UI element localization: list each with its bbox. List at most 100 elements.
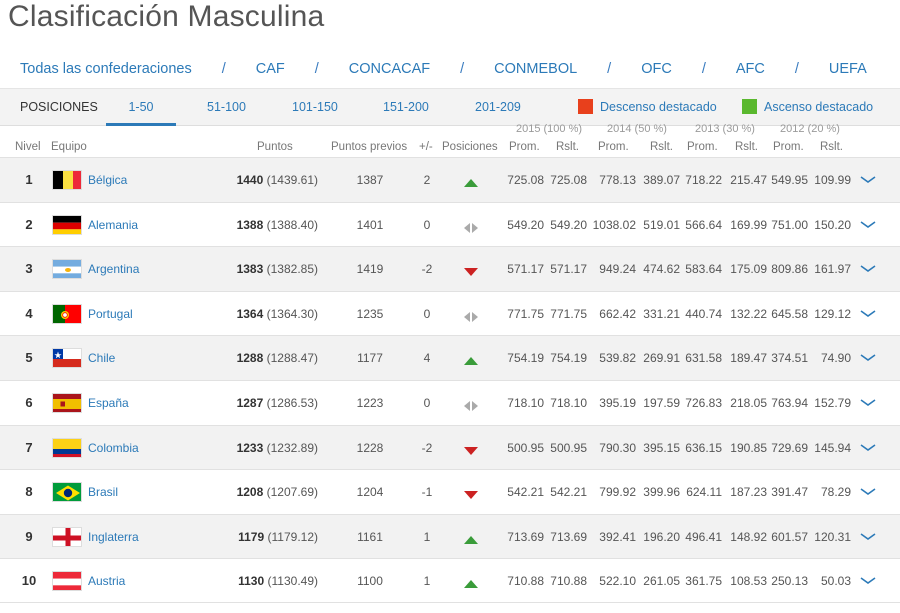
prom-2013-cell: 496.41 — [685, 529, 722, 544]
rslt-2015-cell: 571.17 — [550, 262, 587, 277]
points-cell: 1388 (1388.40) — [222, 203, 318, 247]
table-row[interactable]: 7 Colombia 1233 (1232.89) 1228 -2 500.95 500.9… — [0, 424, 900, 470]
rslt-2015-cell: 500.95 — [550, 440, 587, 455]
diff-cell: 2 — [423, 173, 431, 187]
rslt-2012-cell: 145.94 — [814, 440, 851, 455]
prom-2012-cell: 374.51 — [771, 351, 808, 366]
team-link[interactable]: Alemania — [88, 203, 138, 247]
belgium-flag — [52, 170, 82, 190]
table-row[interactable]: 3 Argentina 1383 (1382.85) 1419 -2 571.17 571.… — [0, 246, 900, 291]
separator: / — [221, 61, 226, 77]
prom-2015-cell: 771.75 — [507, 306, 544, 321]
points-value: 1383 — [236, 262, 264, 277]
prom-2013-cell: 361.75 — [685, 574, 722, 589]
conf-link-all[interactable]: Todas las confederaciones — [20, 61, 192, 77]
team-link[interactable]: Colombia — [88, 426, 139, 470]
tab-51-100[interactable]: 51-100 — [207, 89, 246, 126]
chevron-down-icon[interactable] — [858, 261, 878, 275]
team-link[interactable]: Chile — [88, 336, 115, 380]
col-header-puntos-previos: Puntos previos — [331, 141, 408, 153]
prom-2015-cell: 710.88 — [507, 574, 544, 589]
prom-2012-cell: 549.95 — [771, 173, 808, 187]
conf-link-concacaf[interactable]: CONCACAF — [349, 61, 430, 77]
chevron-down-icon[interactable] — [858, 573, 878, 587]
rank-cell: 9 — [25, 528, 33, 544]
points-exact: (1388.40) — [266, 217, 318, 232]
conf-link-conmebol[interactable]: CONMEBOL — [494, 61, 577, 77]
points-exact: (1364.30) — [266, 306, 318, 321]
previous-points-cell: 1161 — [357, 529, 383, 544]
diff-cell: -2 — [421, 440, 433, 455]
chevron-down-icon[interactable] — [858, 484, 878, 498]
ranking-table-body: 1 Bélgica 1440 (1439.61) 1387 2 725.08 725.08 7… — [0, 157, 900, 603]
points-value: 1440 — [236, 173, 264, 187]
rank-cell: 1 — [25, 172, 33, 187]
legend-ascent-label: Ascenso destacado — [764, 99, 874, 114]
chevron-down-icon[interactable] — [858, 306, 878, 320]
trend-down-icon — [463, 443, 479, 455]
chevron-down-icon[interactable] — [858, 529, 878, 543]
rslt-2014-cell: 395.15 — [643, 440, 680, 455]
trend-up-icon — [463, 353, 479, 366]
previous-points-cell: 1387 — [356, 173, 384, 187]
table-row[interactable]: 10 Austria 1130 (1130.49) 1100 1 710.88 710.88… — [0, 558, 900, 603]
table-row[interactable]: 1 Bélgica 1440 (1439.61) 1387 2 725.08 725.08 7… — [0, 157, 900, 202]
trend-down-icon — [463, 264, 479, 277]
team-link[interactable]: Inglaterra — [88, 515, 139, 559]
chevron-down-icon[interactable] — [858, 350, 878, 364]
positions-label: POSICIONES — [20, 100, 98, 114]
points-exact: (1286.53) — [266, 395, 318, 410]
team-link[interactable]: Bélgica — [88, 158, 127, 202]
tab-1-50[interactable]: 1-50 — [106, 89, 176, 126]
conf-link-afc[interactable]: AFC — [736, 61, 765, 77]
rank-cell: 4 — [25, 305, 33, 321]
chevron-down-icon[interactable] — [858, 217, 878, 231]
tab-201-209[interactable]: 201-209 — [475, 89, 521, 126]
rank-cell: 3 — [25, 261, 33, 277]
prom-2012-cell: 250.13 — [771, 574, 808, 589]
table-row[interactable]: 6 España 1287 (1286.53) 1223 0 718.10 718.10 39… — [0, 379, 900, 425]
points-cell: 1130 (1130.49) — [222, 559, 318, 603]
conf-link-caf[interactable]: CAF — [256, 61, 285, 77]
col-header-posiciones: Posiciones — [442, 141, 498, 153]
table-row[interactable]: 2 Alemania 1388 (1388.40) 1401 0 549.20 549.20… — [0, 201, 900, 247]
tab-151-200[interactable]: 151-200 — [383, 89, 429, 126]
prom-2012-cell: 763.94 — [771, 395, 808, 410]
team-link[interactable]: Brasil — [88, 470, 118, 514]
table-row[interactable]: 5 Chile 1288 (1288.47) 1177 4 754.19 754.19 539… — [0, 335, 900, 380]
points-exact: (1207.69) — [266, 485, 318, 500]
prom-2014-cell: 662.42 — [599, 306, 636, 321]
points-cell: 1288 (1288.47) — [222, 336, 318, 380]
prom-2013-cell: 440.74 — [685, 306, 722, 321]
conf-link-ofc[interactable]: OFC — [641, 61, 672, 77]
team-link[interactable]: España — [88, 381, 129, 425]
prom-2013-cell: 583.64 — [685, 262, 722, 277]
points-cell: 1440 (1439.61) — [222, 158, 318, 202]
team-link[interactable]: Portugal — [88, 292, 133, 336]
conf-link-uefa[interactable]: UEFA — [829, 61, 867, 77]
chevron-down-icon[interactable] — [858, 172, 878, 186]
rslt-2015-cell: 710.88 — [550, 574, 587, 589]
confederation-nav: Todas las confederaciones / CAF / CONCAC… — [20, 58, 867, 80]
rank-cell: 6 — [25, 394, 33, 410]
table-row[interactable]: 4 Portugal 1364 (1364.30) 1235 0 771.75 771.75… — [0, 290, 900, 336]
points-value: 1233 — [236, 440, 264, 455]
tab-101-150[interactable]: 101-150 — [292, 89, 338, 126]
chevron-down-icon[interactable] — [858, 440, 878, 454]
team-link[interactable]: Austria — [88, 559, 125, 603]
separator: / — [460, 61, 465, 77]
prom-2015-cell: 718.10 — [507, 395, 544, 410]
col-header-rslt-2014: Rslt. — [650, 141, 673, 153]
trend-down-icon — [463, 487, 479, 500]
points-exact: (1130.49) — [267, 574, 318, 589]
chevron-down-icon[interactable] — [858, 395, 878, 409]
table-row[interactable]: 9 Inglaterra 1179 (1179.12) 1161 1 713.69 713.… — [0, 513, 900, 559]
points-cell: 1208 (1207.69) — [222, 470, 318, 514]
separator: / — [794, 61, 799, 77]
rslt-2012-cell: 50.03 — [820, 574, 851, 589]
points-value: 1130 — [238, 574, 265, 589]
diff-cell: 0 — [423, 306, 431, 321]
table-row[interactable]: 8 Brasil 1208 (1207.69) 1204 -1 542.21 542.21 7… — [0, 469, 900, 514]
diff-cell: 1 — [423, 529, 431, 544]
team-link[interactable]: Argentina — [88, 247, 139, 291]
